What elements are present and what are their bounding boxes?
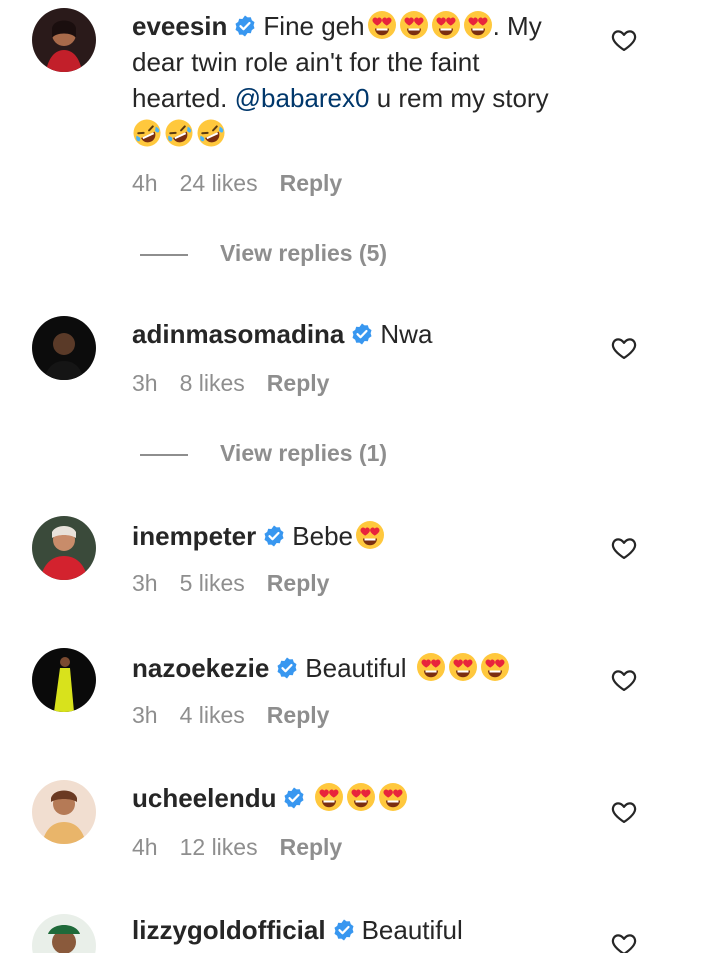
avatar-adinmasomadina[interactable] bbox=[32, 316, 96, 380]
avatar-inempeter[interactable] bbox=[32, 516, 96, 580]
comment-text-line-1: eveesin Fine geh . My bbox=[132, 8, 542, 44]
avatar-ucheelendu[interactable] bbox=[32, 780, 96, 844]
avatar-lizzygoldofficial[interactable] bbox=[32, 914, 96, 953]
comment-time: 4h bbox=[132, 170, 158, 196]
heart-eyes-emoji-icon bbox=[346, 782, 376, 812]
comment-inempeter: inempeter Bebe 3h 5 likes Reply bbox=[0, 514, 720, 624]
rolling-laughing-emoji-icon bbox=[164, 118, 194, 148]
heart-eyes-emoji-icon bbox=[367, 10, 397, 40]
comment-text-line-3: hearted. @babarex0 u rem my story bbox=[132, 80, 549, 116]
mention-link[interactable]: @babarex0 bbox=[235, 83, 370, 113]
like-heart-icon[interactable] bbox=[610, 666, 638, 694]
like-heart-icon[interactable] bbox=[610, 534, 638, 562]
comment-text-line-1: lizzygoldofficial Beautiful bbox=[132, 912, 463, 948]
username-lizzygoldofficial[interactable]: lizzygoldofficial bbox=[132, 915, 326, 945]
like-heart-icon[interactable] bbox=[610, 334, 638, 362]
comment-text: hearted. bbox=[132, 83, 228, 113]
likes-count[interactable]: 12 likes bbox=[180, 834, 258, 860]
view-replies-button[interactable]: View replies (5) bbox=[140, 240, 387, 267]
divider-line bbox=[140, 253, 188, 256]
comment-time: 4h bbox=[132, 834, 158, 860]
likes-count[interactable]: 8 likes bbox=[180, 370, 245, 396]
comment-lizzygoldofficial: lizzygoldofficial Beautiful bbox=[0, 912, 720, 953]
avatar-nazoekezie[interactable] bbox=[32, 648, 96, 712]
reply-button[interactable]: Reply bbox=[267, 370, 330, 396]
heart-eyes-emoji-icon bbox=[355, 520, 385, 550]
reply-button[interactable]: Reply bbox=[280, 170, 343, 196]
heart-eyes-emoji-icon bbox=[448, 652, 478, 682]
comment-text: u rem my story bbox=[376, 83, 549, 113]
comment-eveesin: eveesin Fine geh . My dear twin role ain't… bbox=[0, 0, 720, 290]
username-ucheelendu[interactable]: ucheelendu bbox=[132, 783, 276, 813]
divider-line bbox=[140, 453, 188, 456]
likes-count[interactable]: 24 likes bbox=[180, 170, 258, 196]
comment-text-line-1: ucheelendu bbox=[132, 780, 408, 816]
verified-badge-icon bbox=[282, 786, 306, 810]
view-replies-button[interactable]: View replies (1) bbox=[140, 440, 387, 467]
heart-eyes-emoji-icon bbox=[399, 10, 429, 40]
username-adinmasomadina[interactable]: adinmasomadina bbox=[132, 319, 344, 349]
likes-count[interactable]: 4 likes bbox=[180, 702, 245, 728]
comment-text-line-2: dear twin role ain't for the faint bbox=[132, 47, 480, 77]
verified-badge-icon bbox=[275, 656, 299, 680]
comment-meta: 4h 12 likes Reply bbox=[132, 834, 364, 861]
comment-text: Beautiful bbox=[305, 653, 407, 683]
heart-eyes-emoji-icon bbox=[314, 782, 344, 812]
comment-meta: 3h 5 likes Reply bbox=[132, 570, 351, 597]
comment-text-line-4 bbox=[132, 116, 226, 152]
comment-text: . My bbox=[492, 11, 542, 41]
heart-eyes-emoji-icon bbox=[378, 782, 408, 812]
likes-count[interactable]: 5 likes bbox=[180, 570, 245, 596]
like-heart-icon[interactable] bbox=[610, 26, 638, 54]
comment-meta: 4h 24 likes Reply bbox=[132, 170, 364, 197]
comment-ucheelendu: ucheelendu 4h 12 likes Reply bbox=[0, 780, 720, 890]
comment-text-line-1: nazoekezie Beautiful bbox=[132, 650, 510, 686]
heart-eyes-emoji-icon bbox=[416, 652, 446, 682]
comment-time: 3h bbox=[132, 570, 158, 596]
comment-meta: 3h 4 likes Reply bbox=[132, 702, 351, 729]
username-nazoekezie[interactable]: nazoekezie bbox=[132, 653, 269, 683]
comment-meta: 3h 8 likes Reply bbox=[132, 370, 351, 397]
reply-button[interactable]: Reply bbox=[280, 834, 343, 860]
heart-eyes-emoji-icon bbox=[463, 10, 493, 40]
verified-badge-icon bbox=[233, 14, 257, 38]
avatar-eveesin[interactable] bbox=[32, 8, 96, 72]
username-eveesin[interactable]: eveesin bbox=[132, 11, 227, 41]
like-heart-icon[interactable] bbox=[610, 930, 638, 953]
comment-text: Beautiful bbox=[361, 915, 463, 945]
like-heart-icon[interactable] bbox=[610, 798, 638, 826]
comment-adinmasomadina: adinmasomadina Nwa 3h 8 likes Reply View re… bbox=[0, 312, 720, 482]
comment-time: 3h bbox=[132, 370, 158, 396]
reply-button[interactable]: Reply bbox=[267, 570, 330, 596]
comment-text: Fine geh bbox=[263, 11, 365, 41]
heart-eyes-emoji-icon bbox=[480, 652, 510, 682]
comment-time: 3h bbox=[132, 702, 158, 728]
verified-badge-icon bbox=[332, 918, 356, 942]
comment-text-line-1: adinmasomadina Nwa bbox=[132, 316, 432, 352]
verified-badge-icon bbox=[262, 524, 286, 548]
reply-button[interactable]: Reply bbox=[267, 702, 330, 728]
heart-eyes-emoji-icon bbox=[431, 10, 461, 40]
comment-nazoekezie: nazoekezie Beautiful 3h 4 likes Reply bbox=[0, 646, 720, 756]
comment-text: Bebe bbox=[292, 521, 353, 551]
comment-text: Nwa bbox=[380, 319, 433, 349]
rolling-laughing-emoji-icon bbox=[132, 118, 162, 148]
verified-badge-icon bbox=[350, 322, 374, 346]
username-inempeter[interactable]: inempeter bbox=[132, 521, 256, 551]
rolling-laughing-emoji-icon bbox=[196, 118, 226, 148]
comment-text-line-1: inempeter Bebe bbox=[132, 518, 385, 554]
